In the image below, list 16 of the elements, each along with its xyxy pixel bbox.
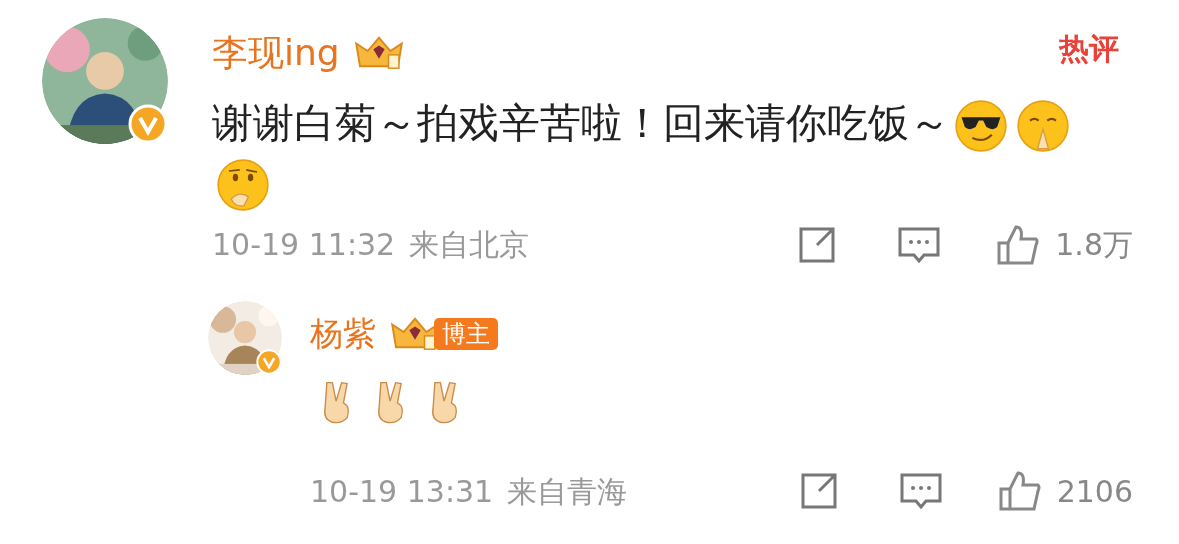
verified-badge-icon [128, 104, 168, 144]
author-name[interactable]: 李现ing [212, 26, 340, 80]
comment-icon[interactable] [898, 471, 943, 511]
sunglasses-face-icon [954, 99, 1008, 153]
comment-text: 谢谢白菊～拍戏辛苦啦！回来请你吃饭～ [212, 99, 950, 147]
thinking-face-icon [216, 158, 270, 212]
like-button[interactable]: 1.8万 [995, 222, 1133, 267]
comment-time: 10-19 11:32 [212, 226, 396, 264]
author-name[interactable]: 杨紫 [310, 309, 376, 359]
comment-location: 来自北京 [409, 226, 530, 264]
hot-comment-label: 热评 [1057, 30, 1120, 68]
comment-time: 10-19 13:31 [310, 472, 494, 511]
comment-location: 来自青海 [507, 472, 628, 511]
praying-hands-face-icon [1016, 99, 1070, 153]
like-button[interactable]: 2106 [996, 468, 1133, 514]
author-badge: 博主 [434, 317, 498, 350]
